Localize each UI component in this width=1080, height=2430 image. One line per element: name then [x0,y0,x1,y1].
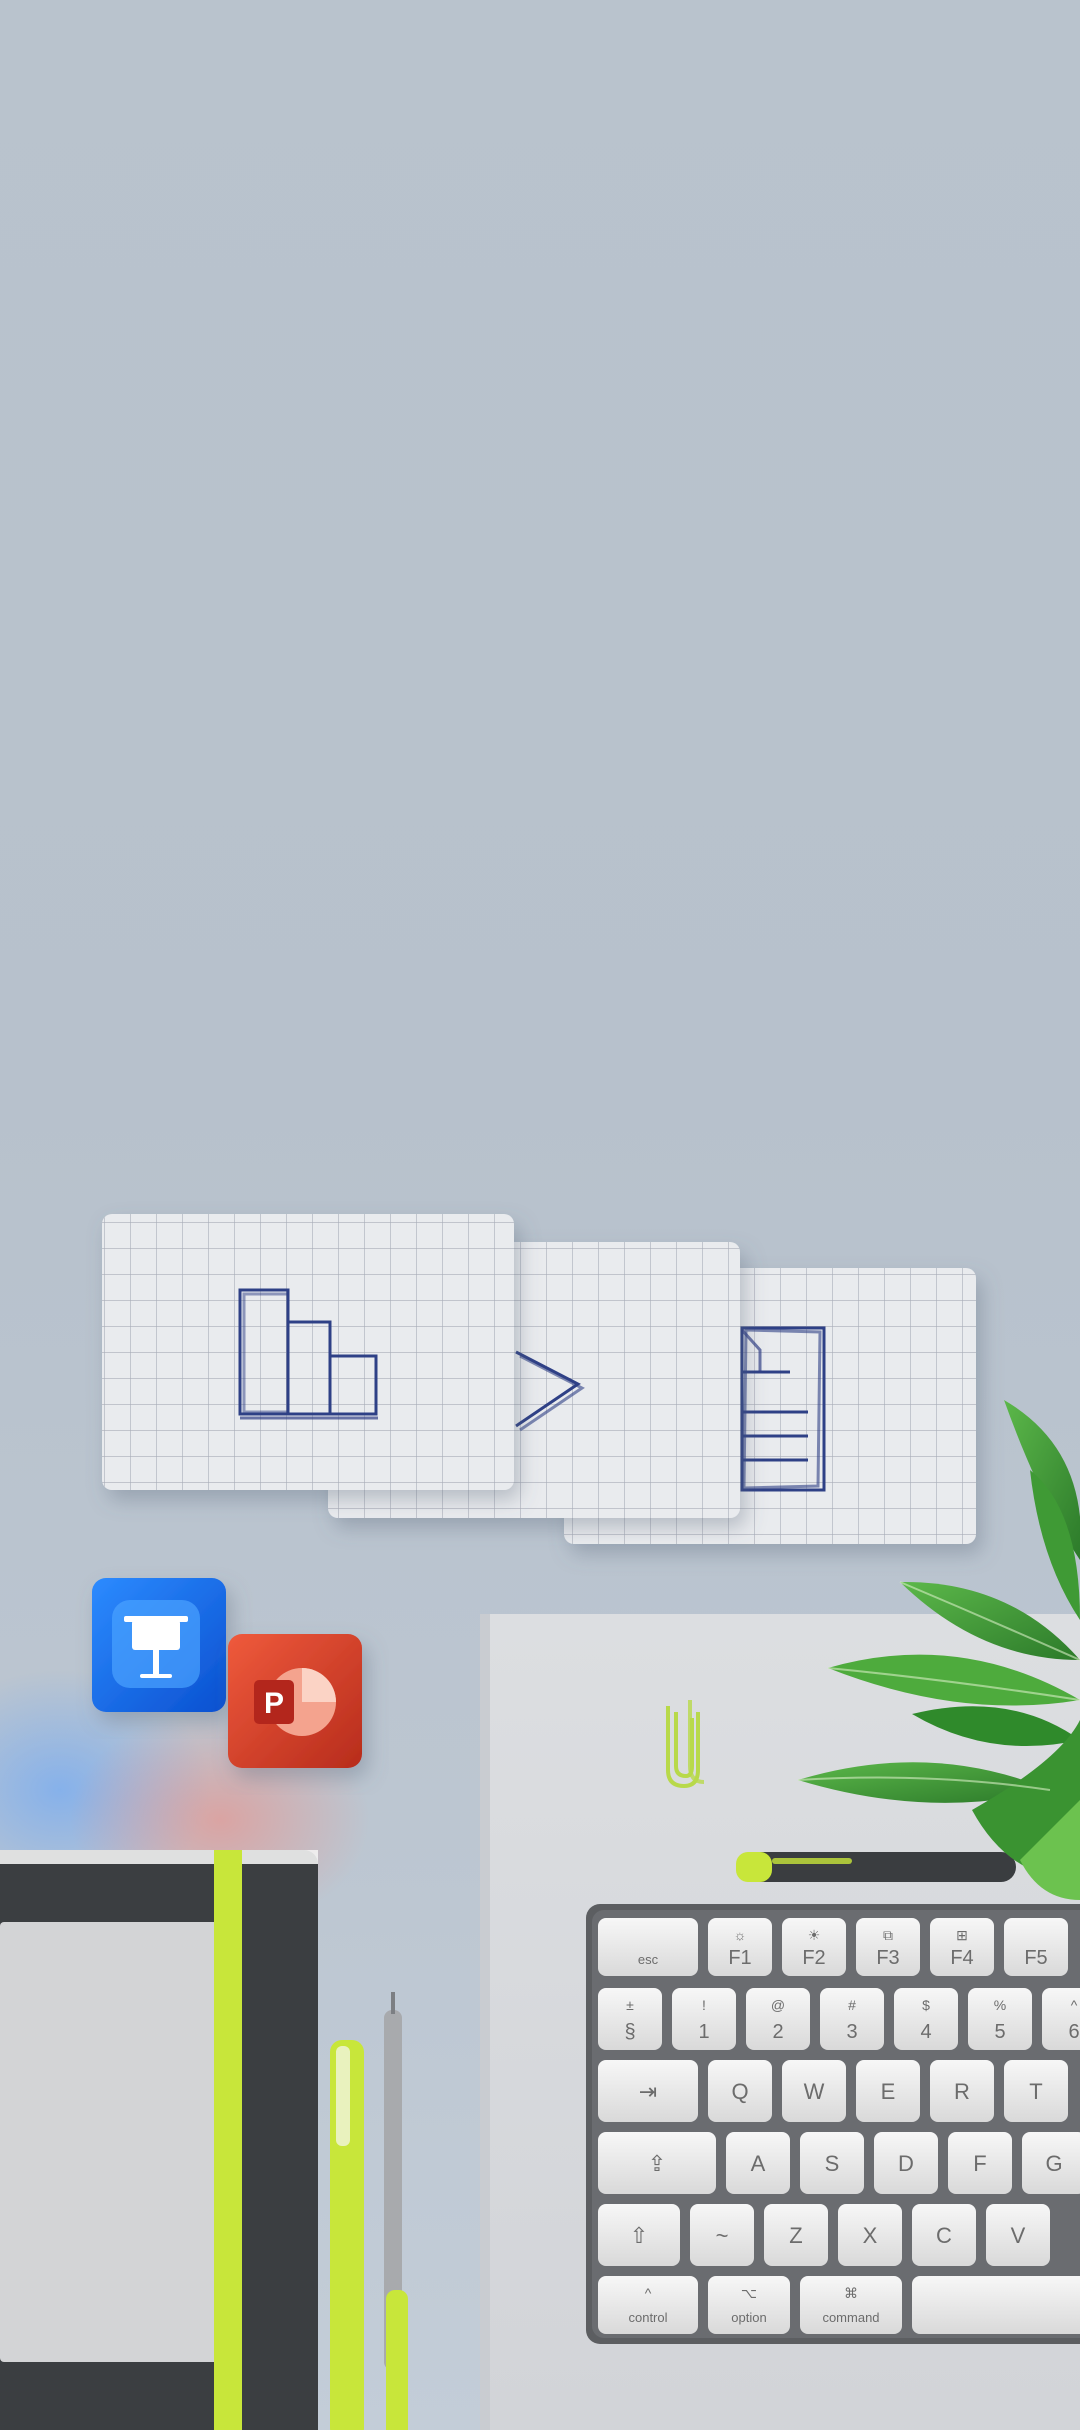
key-bottom-label: 5 [994,2021,1005,2043]
letter-key: ⇪ [598,2132,716,2194]
number-key: !1 [672,1988,736,2050]
key-top-label: % [994,1997,1006,2013]
letter-key: Q [708,2060,772,2122]
notebook-elastic-band [214,1850,242,2430]
key-top-label: ⌘ [844,2285,858,2301]
key-bottom-label: F4 [950,1947,973,1969]
letter-key: E [856,2060,920,2122]
keyboard: esc☼F1☀F2⧉F3⊞F4 F5±§!1@2#3$4%5^6⇥ Q W E R T⇪ A S… [586,1904,1080,2344]
number-key: ±§ [598,1988,662,2050]
key-bottom-label: option [731,2310,766,2325]
key-label: ⇥ [639,2079,657,2104]
powerpoint-letter: P [264,1687,284,1720]
key-bottom-label: F3 [876,1947,899,1969]
key-top-label: # [848,1997,856,2013]
fn-key: esc [598,1918,698,1976]
key-bottom-label: F5 [1024,1947,1047,1969]
fn-key: ⧉ F3 [856,1918,920,1976]
number-key: #3 [820,1988,884,2050]
key-label: A [751,2151,766,2176]
key-top-label: ^ [1071,1997,1078,2013]
mechanical-pencil [384,1992,408,2430]
highlighter-pen [330,2040,364,2430]
key-top-label: ⧉ [883,1927,893,1943]
number-key: $4 [894,1988,958,2050]
fn-key: ☀ F2 [782,1918,846,1976]
grid-card-chart [102,1214,514,1490]
key-label: X [863,2223,878,2248]
key-top-label: ! [702,1997,706,2013]
letter-key: F [948,2132,1012,2194]
key-label: Q [731,2079,748,2104]
keynote-app-icon[interactable] [92,1578,226,1712]
letter-key: C [912,2204,976,2266]
letter-key: W [782,2060,846,2122]
marker-pen [736,1852,1016,1882]
key-label: Z [789,2223,802,2248]
key-label: W [804,2079,825,2104]
letter-key: V [986,2204,1050,2266]
key-label: ⇧ [630,2223,648,2248]
key-top-label: ^ [645,2285,652,2301]
key-label: ~ [716,2223,729,2248]
key-top-label: $ [922,1997,930,2013]
key-top-label: ☀ [808,1927,821,1943]
letter-key: R [930,2060,994,2122]
key-label: D [898,2151,914,2176]
key-bottom-label: 2 [772,2021,783,2043]
desk-scene: P esc☼F1☀F2⧉F3⊞F4 F5±§!1@2#3$4%5^6⇥ Q W E R T⇪… [0,1214,1080,2430]
number-key: @2 [746,1988,810,2050]
letter-key: ⇧ [598,2204,680,2266]
key-label: S [825,2151,840,2176]
fn-key: F5 [1004,1918,1068,1976]
key-bottom-label: 4 [920,2021,931,2043]
key-top-label: @ [771,1997,785,2013]
letter-key: ⇥ [598,2060,698,2122]
modifier-key [912,2276,1080,2334]
number-key: ^6 [1042,1988,1080,2050]
key-label: G [1045,2151,1062,2176]
fn-key: ⊞ F4 [930,1918,994,1976]
modifier-key: ⌘ command [800,2276,902,2334]
key-bottom-label: 3 [846,2021,857,2043]
key-label: R [954,2079,970,2104]
fn-key: ☼ F1 [708,1918,772,1976]
key-bottom-label: control [628,2310,667,2325]
letter-key: A [726,2132,790,2194]
modifier-key: ⌥ option [708,2276,790,2334]
key-bottom-label: § [624,2021,635,2043]
key-label: C [936,2223,952,2248]
key-bottom-label: 1 [698,2021,709,2043]
letter-key: G [1022,2132,1080,2194]
key-top-label: ± [626,1997,634,2013]
letter-key: S [800,2132,864,2194]
key-label: F [973,2151,986,2176]
key-bottom-label: F1 [728,1947,751,1969]
letter-key: ~ [690,2204,754,2266]
letter-key: D [874,2132,938,2194]
key-bottom-label: esc [638,1952,659,1967]
key-top-label: ⊞ [956,1927,968,1943]
modifier-key: ^ control [598,2276,698,2334]
powerpoint-app-icon[interactable]: P [228,1634,362,1768]
key-top-label: ☼ [734,1927,747,1943]
letter-key: Z [764,2204,828,2266]
notebook [0,1850,318,2430]
key-label: V [1011,2223,1026,2248]
key-label: ⇪ [648,2151,666,2176]
letter-key: T [1004,2060,1068,2122]
key-label: T [1029,2079,1042,2104]
letter-key: X [838,2204,902,2266]
key-label: E [881,2079,896,2104]
key-bottom-label: F2 [802,1947,825,1969]
number-key: %5 [968,1988,1032,2050]
key-bottom-label: command [822,2310,879,2325]
key-top-label: ⌥ [741,2285,757,2301]
key-bottom-label: 6 [1068,2021,1079,2043]
